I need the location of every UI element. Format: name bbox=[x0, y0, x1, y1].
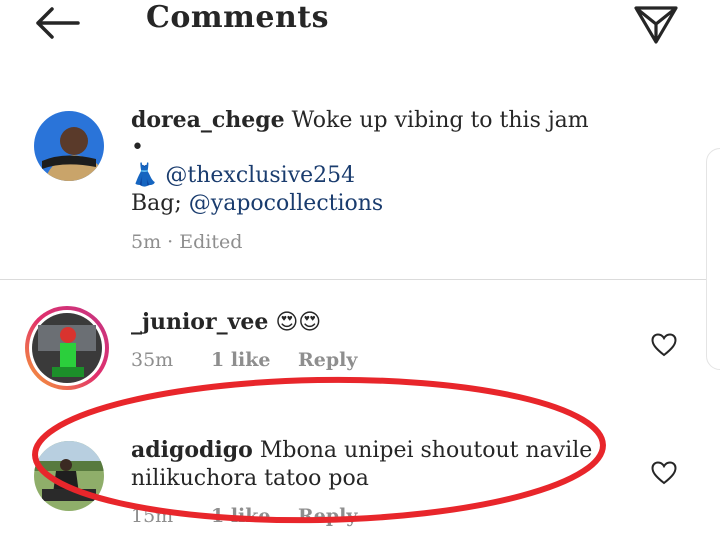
caption-bullet: • bbox=[131, 135, 144, 160]
dress-emoji: 👗 bbox=[131, 163, 159, 188]
comment-1-time: 35m bbox=[131, 349, 174, 371]
caption-text: Woke up vibing to this jam bbox=[291, 108, 589, 133]
comment-1-text: 😍😍 bbox=[275, 310, 322, 335]
caption-time: 5m bbox=[131, 231, 162, 253]
mention-yapocollections[interactable]: @yapocollections bbox=[189, 191, 383, 216]
meta-separator: · bbox=[167, 231, 174, 253]
edge-card bbox=[706, 148, 720, 370]
caption-avatar[interactable] bbox=[34, 111, 104, 181]
comment-1-like-button[interactable] bbox=[651, 333, 677, 357]
comment-1-reply-button[interactable]: Reply bbox=[298, 349, 357, 371]
heart-icon bbox=[651, 333, 677, 357]
back-button[interactable] bbox=[30, 3, 84, 43]
caption-username[interactable]: dorea_chege bbox=[131, 107, 285, 133]
caption-line-3: 👗 @thexclusive254 bbox=[131, 162, 355, 190]
comment-1-username[interactable]: _junior_vee bbox=[131, 309, 268, 335]
back-arrow-icon bbox=[36, 7, 80, 39]
caption-meta: 5m · Edited bbox=[131, 231, 242, 253]
divider bbox=[0, 279, 720, 280]
red-annotation-ellipse bbox=[32, 376, 606, 524]
caption-line-4: Bag; @yapocollections bbox=[131, 190, 383, 218]
heart-icon bbox=[651, 461, 677, 485]
caption-bag-label: Bag; bbox=[131, 191, 182, 216]
comment-1-meta: 35m bbox=[131, 349, 173, 371]
send-button[interactable] bbox=[630, 2, 682, 46]
comment-1-line: _junior_vee 😍😍 bbox=[131, 308, 321, 337]
comment-2-like-button[interactable] bbox=[651, 461, 677, 485]
caption-edited: Edited bbox=[179, 231, 243, 253]
caption-line-1: dorea_chege Woke up vibing to this jam bbox=[131, 106, 589, 135]
send-icon bbox=[634, 6, 678, 44]
mention-thexclusive254[interactable]: @thexclusive254 bbox=[165, 163, 355, 188]
page-title: Comments bbox=[146, 0, 330, 35]
comment-1-likes[interactable]: 1 like bbox=[211, 349, 271, 371]
